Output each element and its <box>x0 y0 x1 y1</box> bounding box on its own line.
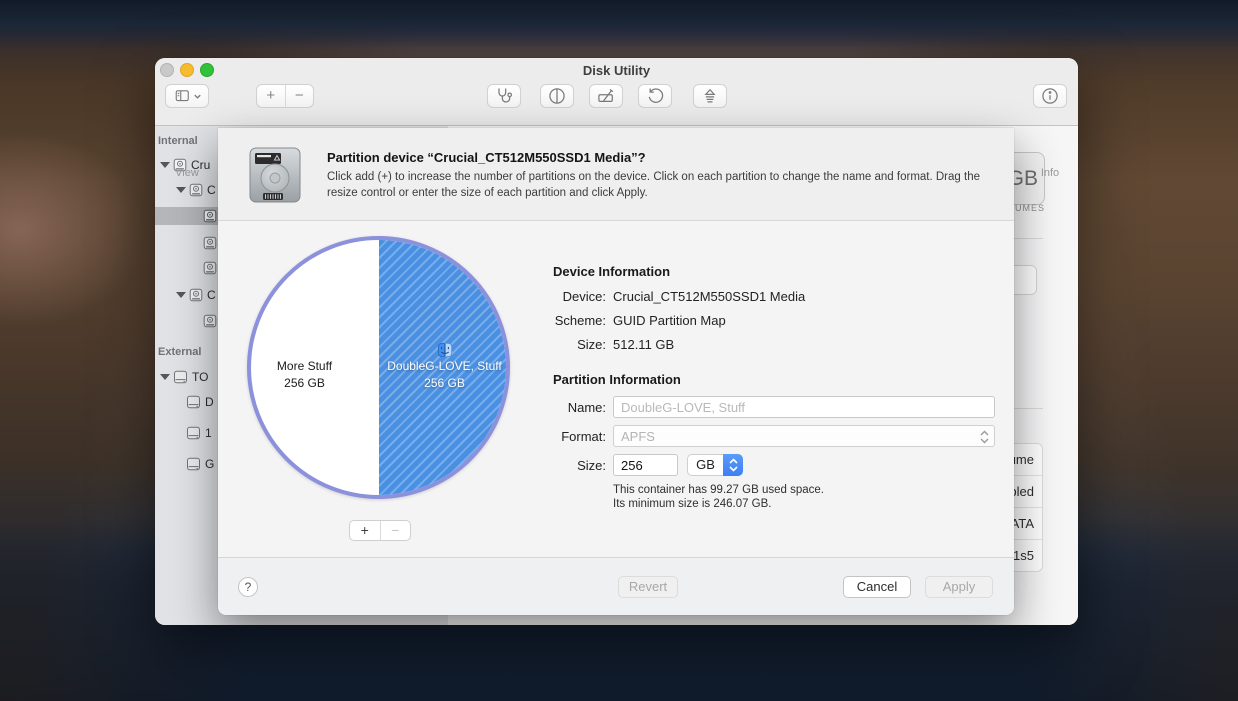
name-field-label: Name: <box>518 400 606 415</box>
size-unit-stepper[interactable] <box>723 454 743 476</box>
stepper-chevrons-icon <box>728 457 739 473</box>
device-info-heading: Device Information <box>553 264 670 279</box>
partition-label-left[interactable]: More Stuff 256 GB <box>247 358 370 392</box>
info-label: Info <box>1023 167 1077 179</box>
partition-pie-chart: More Stuff 256 GB DoubleG-LOVE, Stuff 25… <box>247 236 510 499</box>
finder-icon <box>438 343 452 357</box>
minimum-size-note: Its minimum size is 246.07 GB. <box>613 498 772 510</box>
info-icon <box>1040 86 1060 106</box>
partition-label-right[interactable]: DoubleG-LOVE, Stuff 256 GB <box>379 358 510 392</box>
partition-add-remove-control: + − <box>349 520 411 541</box>
internal-drive-icon <box>189 288 203 302</box>
sheet-description: Click add (+) to increase the number of … <box>327 170 1003 201</box>
view-button[interactable] <box>165 84 209 108</box>
partition-size-input[interactable] <box>613 454 678 476</box>
sidebar-item-label: C <box>207 288 216 302</box>
volume-icon <box>203 261 217 275</box>
view-label: View <box>161 167 213 179</box>
sheet-title: Partition device “Crucial_CT512M550SSD1 … <box>327 150 646 165</box>
help-button[interactable]: ? <box>238 577 258 597</box>
partition-info-heading: Partition Information <box>553 372 681 387</box>
size-unit-select[interactable]: GB <box>687 454 743 476</box>
partition-button[interactable] <box>540 84 574 108</box>
format-field-label: Format: <box>518 429 606 444</box>
external-drive-icon <box>173 370 188 384</box>
scheme-row-label: Scheme: <box>518 313 606 328</box>
size-unit-value: GB <box>687 454 723 476</box>
partition-sheet: Partition device “Crucial_CT512M550SSD1 … <box>218 128 1014 615</box>
size-row-label: Size: <box>518 337 606 352</box>
format-selected-value: APFS <box>621 429 655 444</box>
internal-drive-icon <box>189 183 203 197</box>
cancel-button[interactable]: Cancel <box>843 576 911 598</box>
apply-button[interactable]: Apply <box>925 576 993 598</box>
device-row-label: Device: <box>518 289 606 304</box>
add-partition-button[interactable]: + <box>350 521 381 540</box>
select-stepper-icon <box>979 429 990 445</box>
disclosure-triangle-icon[interactable] <box>176 292 186 298</box>
remove-partition-button[interactable]: − <box>381 521 411 540</box>
hard-disk-icon <box>248 146 302 204</box>
disclosure-triangle-icon[interactable] <box>176 187 186 193</box>
chevron-down-icon <box>193 92 202 101</box>
unmount-button[interactable] <box>693 84 727 108</box>
format-select[interactable]: APFS <box>613 425 995 447</box>
info-button[interactable] <box>1033 84 1067 108</box>
sidebar-layout-icon <box>173 87 193 105</box>
erase-pencil-icon <box>595 86 617 106</box>
partition-size: 256 GB <box>379 375 510 392</box>
volume-icon <box>203 236 217 250</box>
sidebar-section-internal: Internal <box>158 135 198 147</box>
partition-name: More Stuff <box>247 358 370 375</box>
size-field-label: Size: <box>518 458 606 473</box>
add-volume-button[interactable]: + <box>257 85 285 107</box>
sidebar-item-label: TO <box>192 370 208 384</box>
sidebar-item-label: D <box>205 395 214 409</box>
window-title: Disk Utility <box>155 63 1078 78</box>
size-row-value: 512.11 GB <box>613 337 674 352</box>
erase-button[interactable] <box>589 84 623 108</box>
partition-pie-icon <box>547 86 567 106</box>
scheme-row-value: GUID Partition Map <box>613 313 726 328</box>
volume-icon <box>203 209 217 223</box>
external-drive-icon <box>186 426 201 440</box>
restore-arrow-icon <box>645 86 665 106</box>
partition-name: DoubleG-LOVE, Stuff <box>379 358 510 375</box>
name-input[interactable] <box>613 396 995 418</box>
sidebar-item-label: 1 <box>205 426 212 440</box>
external-drive-icon <box>186 457 201 471</box>
sidebar-item-label: G <box>205 457 214 471</box>
disk-utility-window: Internal Cru C C <box>155 58 1078 625</box>
restore-button[interactable] <box>638 84 672 108</box>
external-drive-icon <box>186 395 201 409</box>
unmount-eject-icon <box>700 86 720 106</box>
device-row-value: Crucial_CT512M550SSD1 Media <box>613 289 805 304</box>
titlebar-toolbar: Disk Utility View + − Volume First Aid P… <box>155 58 1078 126</box>
volume-add-remove-control[interactable]: + − <box>256 84 314 108</box>
sidebar-section-external: External <box>158 346 201 358</box>
sidebar-item-label: C <box>207 183 216 197</box>
remove-volume-button[interactable]: − <box>285 85 313 107</box>
revert-button[interactable]: Revert <box>618 576 678 598</box>
volume-icon <box>203 314 217 328</box>
used-space-note: This container has 99.27 GB used space. <box>613 484 824 496</box>
stethoscope-icon <box>493 86 515 106</box>
partition-size: 256 GB <box>247 375 370 392</box>
sheet-header: Partition device “Crucial_CT512M550SSD1 … <box>218 128 1014 221</box>
disclosure-triangle-icon[interactable] <box>160 374 170 380</box>
first-aid-button[interactable] <box>487 84 521 108</box>
